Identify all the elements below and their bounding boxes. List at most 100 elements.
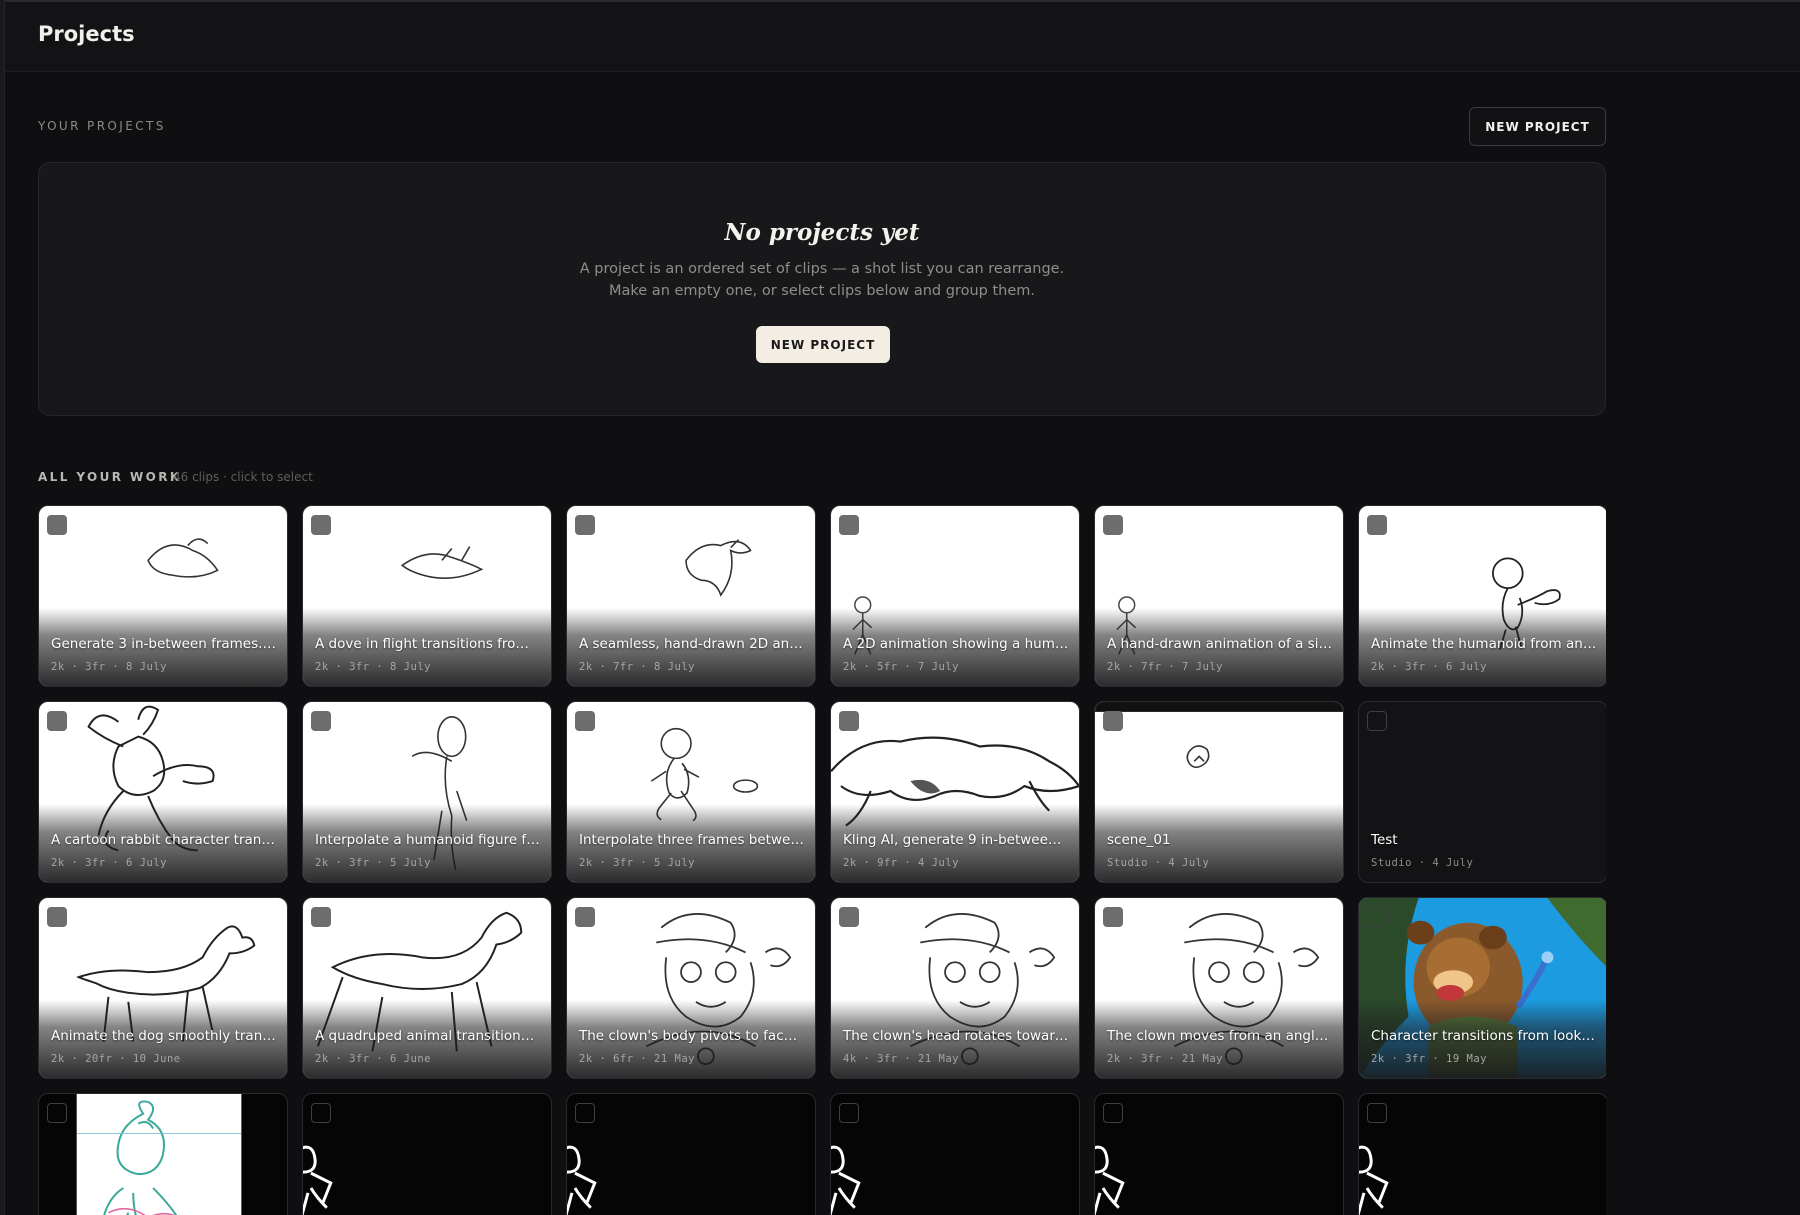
clip-caption: The clown moves from an angled-r… bbox=[1107, 1028, 1333, 1044]
clip-caption: The clown's body pivots to face for… bbox=[579, 1028, 805, 1044]
clip-card[interactable]: scene_01 Studio · 4 July bbox=[1094, 701, 1344, 883]
clip-card[interactable] bbox=[1358, 1093, 1606, 1215]
clip-select-checkbox[interactable] bbox=[311, 515, 331, 535]
clip-card[interactable] bbox=[38, 1093, 288, 1215]
clip-card[interactable] bbox=[1094, 1093, 1344, 1215]
clip-caption: Animate the dog smoothly transiti… bbox=[51, 1028, 277, 1044]
clip-caption: Animate the humanoid from an air… bbox=[1371, 636, 1597, 652]
clip-card[interactable]: Animate the humanoid from an air… 2k · 3f… bbox=[1358, 505, 1606, 687]
clip-meta: 2k · 6fr · 21 May bbox=[579, 1053, 695, 1065]
clip-card[interactable]: Test Studio · 4 July bbox=[1358, 701, 1606, 883]
clip-thumbnail bbox=[831, 1145, 861, 1215]
clip-card[interactable]: Generate 3 in-between frames. Th… 2k · 3f… bbox=[38, 505, 288, 687]
clip-card[interactable]: Interpolate three frames between … 2k · 3… bbox=[566, 701, 816, 883]
clip-meta: 2k · 3fr · 5 July bbox=[579, 857, 695, 869]
clip-select-checkbox[interactable] bbox=[1367, 907, 1387, 927]
clip-meta: Studio · 4 July bbox=[1371, 857, 1474, 869]
clip-card[interactable] bbox=[830, 1093, 1080, 1215]
clip-thumbnail bbox=[1095, 1145, 1125, 1215]
clip-caption: Interpolate a humanoid figure from… bbox=[315, 832, 541, 848]
clip-meta: 2k · 3fr · 6 July bbox=[51, 857, 167, 869]
clip-grid: Generate 3 in-between frames. Th… 2k · 3f… bbox=[38, 505, 1606, 1215]
clip-select-checkbox[interactable] bbox=[839, 711, 859, 731]
clip-meta: 2k · 3fr · 6 June bbox=[315, 1053, 431, 1065]
clip-card[interactable]: A quadruped animal transitions fro… 2k · … bbox=[302, 897, 552, 1079]
clip-select-checkbox[interactable] bbox=[311, 1103, 331, 1123]
clip-card[interactable]: The clown's body pivots to face for… 2k ·… bbox=[566, 897, 816, 1079]
clip-meta: 2k · 20fr · 10 June bbox=[51, 1053, 181, 1065]
sidebar-rail bbox=[0, 0, 5, 1215]
clip-caption: A hand-drawn animation of a simpl… bbox=[1107, 636, 1333, 652]
clip-caption: A dove in flight transitions from an … bbox=[315, 636, 541, 652]
clip-card[interactable]: A seamless, hand-drawn 2D anima… 2k · 7fr… bbox=[566, 505, 816, 687]
clip-select-checkbox[interactable] bbox=[575, 515, 595, 535]
clip-select-checkbox[interactable] bbox=[575, 1103, 595, 1123]
clip-meta: 2k · 7fr · 7 July bbox=[1107, 661, 1223, 673]
clip-thumbnail bbox=[76, 1094, 242, 1215]
clip-card[interactable]: A 2D animation showing a humanoi… 2k · 5f… bbox=[830, 505, 1080, 687]
clip-card[interactable]: Kling AI, generate 9 in-between fra… 2k ·… bbox=[830, 701, 1080, 883]
clip-select-checkbox[interactable] bbox=[47, 711, 67, 731]
page-title: Projects bbox=[38, 22, 135, 46]
clip-thumbnail bbox=[567, 1145, 597, 1215]
empty-state-description-line-1: A project is an ordered set of clips — a… bbox=[579, 261, 1065, 277]
clip-meta: 2k · 3fr · 6 July bbox=[1371, 661, 1487, 673]
clip-select-checkbox[interactable] bbox=[839, 1103, 859, 1123]
clip-caption: A quadruped animal transitions fro… bbox=[315, 1028, 541, 1044]
empty-new-project-button[interactable]: NEW PROJECT bbox=[756, 326, 890, 363]
clip-meta: 2k · 9fr · 4 July bbox=[843, 857, 959, 869]
clip-caption: Generate 3 in-between frames. Th… bbox=[51, 636, 277, 652]
clip-card[interactable]: Character transitions from looking … 2k ·… bbox=[1358, 897, 1606, 1079]
clip-meta: 2k · 7fr · 8 July bbox=[579, 661, 695, 673]
clip-meta: 2k · 3fr · 8 July bbox=[51, 661, 167, 673]
clip-thumbnail bbox=[303, 1145, 333, 1215]
clip-select-checkbox[interactable] bbox=[47, 515, 67, 535]
clip-select-checkbox[interactable] bbox=[575, 711, 595, 731]
clip-thumbnail bbox=[1359, 1145, 1389, 1215]
clip-select-checkbox[interactable] bbox=[1103, 711, 1123, 731]
clip-card[interactable]: Interpolate a humanoid figure from… 2k · … bbox=[302, 701, 552, 883]
clip-count-hint: 46 clips · click to select bbox=[173, 470, 313, 484]
clip-card[interactable] bbox=[566, 1093, 816, 1215]
all-work-label: ALL YOUR WORK bbox=[38, 470, 182, 484]
clip-caption: Test bbox=[1371, 832, 1398, 848]
empty-projects-card: No projects yet A project is an ordered … bbox=[38, 162, 1606, 416]
clip-meta: 2k · 5fr · 7 July bbox=[843, 661, 959, 673]
empty-state-description-line-2: Make an empty one, or select clips below… bbox=[609, 283, 1035, 299]
clip-select-checkbox[interactable] bbox=[1103, 1103, 1123, 1123]
clip-caption: The clown's head rotates towards t… bbox=[843, 1028, 1069, 1044]
clip-select-checkbox[interactable] bbox=[311, 907, 331, 927]
clip-select-checkbox[interactable] bbox=[575, 907, 595, 927]
clip-card[interactable]: Animate the dog smoothly transiti… 2k · 2… bbox=[38, 897, 288, 1079]
clip-meta: 2k · 3fr · 21 May bbox=[1107, 1053, 1223, 1065]
clip-select-checkbox[interactable] bbox=[839, 515, 859, 535]
clip-meta: 2k · 3fr · 5 July bbox=[315, 857, 431, 869]
new-project-button[interactable]: NEW PROJECT bbox=[1469, 107, 1606, 146]
clip-caption: Interpolate three frames between … bbox=[579, 832, 805, 848]
clip-select-checkbox[interactable] bbox=[1367, 515, 1387, 535]
clip-meta: 2k · 3fr · 19 May bbox=[1371, 1053, 1487, 1065]
clip-select-checkbox[interactable] bbox=[1367, 1103, 1387, 1123]
clip-select-checkbox[interactable] bbox=[1103, 515, 1123, 535]
clip-select-checkbox[interactable] bbox=[839, 907, 859, 927]
clip-caption: Character transitions from looking … bbox=[1371, 1028, 1597, 1044]
clip-caption: scene_01 bbox=[1107, 832, 1171, 848]
your-projects-label: YOUR PROJECTS bbox=[38, 119, 166, 133]
clip-card[interactable]: A hand-drawn animation of a simpl… 2k · 7… bbox=[1094, 505, 1344, 687]
clip-select-checkbox[interactable] bbox=[1367, 711, 1387, 731]
clip-caption: Kling AI, generate 9 in-between fra… bbox=[843, 832, 1069, 848]
clip-meta: 4k · 3fr · 21 May bbox=[843, 1053, 959, 1065]
clip-select-checkbox[interactable] bbox=[311, 711, 331, 731]
clip-caption: A seamless, hand-drawn 2D anima… bbox=[579, 636, 805, 652]
clip-select-checkbox[interactable] bbox=[1103, 907, 1123, 927]
clip-card[interactable]: The clown's head rotates towards t… 4k · … bbox=[830, 897, 1080, 1079]
clip-card[interactable]: A dove in flight transitions from an … 2k… bbox=[302, 505, 552, 687]
clip-select-checkbox[interactable] bbox=[47, 907, 67, 927]
clip-card[interactable]: The clown moves from an angled-r… 2k · 3f… bbox=[1094, 897, 1344, 1079]
clip-caption: A 2D animation showing a humanoi… bbox=[843, 636, 1069, 652]
clip-caption: A cartoon rabbit character transiti… bbox=[51, 832, 277, 848]
clip-meta: Studio · 4 July bbox=[1107, 857, 1210, 869]
clip-card[interactable]: A cartoon rabbit character transiti… 2k ·… bbox=[38, 701, 288, 883]
clip-select-checkbox[interactable] bbox=[47, 1103, 67, 1123]
clip-card[interactable] bbox=[302, 1093, 552, 1215]
